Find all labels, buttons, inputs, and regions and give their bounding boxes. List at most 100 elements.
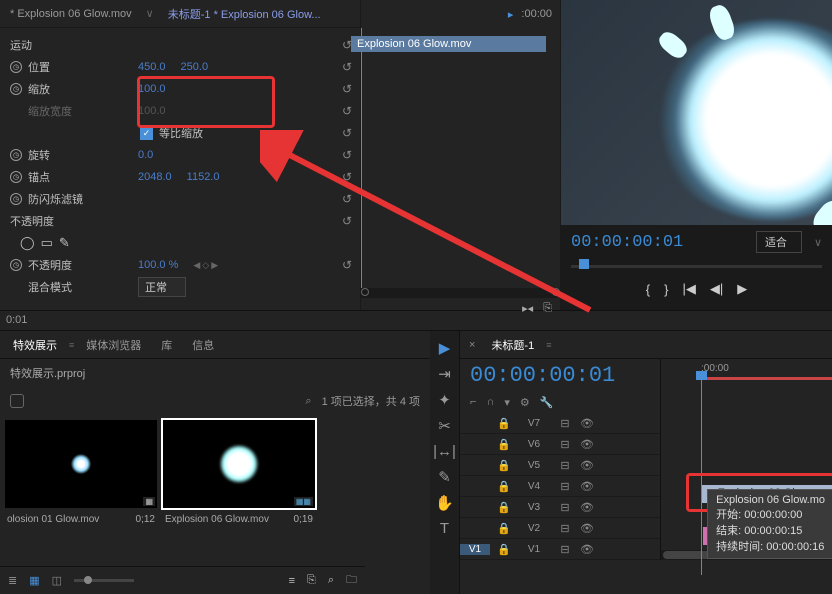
reset-icon[interactable]: ↺: [342, 126, 352, 140]
tab-project[interactable]: 特效展示: [5, 332, 65, 358]
stopwatch-icon[interactable]: ◷: [10, 61, 22, 73]
lock-icon[interactable]: 🔒: [494, 501, 514, 514]
ellipse-mask-icon[interactable]: ◯: [20, 235, 35, 251]
marker-icon[interactable]: ▾: [504, 396, 510, 409]
play-icon[interactable]: ▶: [737, 281, 747, 297]
tab-info[interactable]: 信息: [184, 332, 222, 358]
filter-bin-icon[interactable]: [10, 394, 24, 408]
lock-icon[interactable]: 🔒: [494, 438, 514, 451]
reset-icon[interactable]: ↺: [342, 148, 352, 162]
rect-mask-icon[interactable]: ▭: [41, 235, 53, 251]
reset-icon[interactable]: ↺: [342, 82, 352, 96]
opacity-value[interactable]: 100.0 %: [138, 259, 178, 271]
sync-lock-icon[interactable]: ⊟: [554, 438, 576, 451]
slip-tool-icon[interactable]: |↔|: [433, 443, 456, 460]
track-header[interactable]: 🔒V3⊟👁: [460, 497, 660, 518]
sync-lock-icon[interactable]: ⊟: [554, 501, 576, 514]
track-header[interactable]: 🔒V6⊟👁: [460, 434, 660, 455]
icon-view-icon[interactable]: ▦: [29, 574, 39, 587]
track-select-tool-icon[interactable]: ⇥: [438, 365, 451, 383]
source-patch[interactable]: V1: [460, 544, 490, 555]
track-header[interactable]: V1🔒V1⊟👁: [460, 539, 660, 560]
tab-libraries[interactable]: 库: [153, 332, 180, 358]
lock-icon[interactable]: 🔒: [494, 417, 514, 430]
reset-icon[interactable]: ↺: [342, 104, 352, 118]
track-header[interactable]: 🔒V2⊟👁: [460, 518, 660, 539]
tab-media-browser[interactable]: 媒体浏览器: [78, 332, 149, 358]
eye-icon[interactable]: 👁: [576, 438, 598, 451]
track-label[interactable]: V2: [514, 523, 554, 534]
stopwatch-icon[interactable]: ◷: [10, 193, 22, 205]
freeform-view-icon[interactable]: ◫: [52, 574, 62, 587]
ripple-tool-icon[interactable]: ✦: [438, 391, 451, 409]
reset-icon[interactable]: ↺: [342, 60, 352, 74]
find-icon[interactable]: ⌕: [328, 574, 334, 587]
lock-icon[interactable]: 🔒: [494, 543, 514, 556]
track-label[interactable]: V4: [514, 481, 554, 492]
playhead-marker-icon[interactable]: ▸: [508, 8, 514, 21]
blend-dropdown[interactable]: 正常: [138, 277, 186, 297]
project-item[interactable]: ▦▦ Explosion 06 Glow.mov 0;19: [163, 420, 315, 531]
reset-icon[interactable]: ↺: [342, 214, 352, 228]
hand-tool-icon[interactable]: ✋: [435, 494, 454, 512]
track-label[interactable]: V5: [514, 460, 554, 471]
eye-icon[interactable]: 👁: [576, 522, 598, 535]
anchor-y-value[interactable]: 1152.0: [187, 171, 220, 183]
eye-icon[interactable]: 👁: [576, 459, 598, 472]
pen-mask-icon[interactable]: ✎: [59, 235, 70, 251]
pen-tool-icon[interactable]: ✎: [438, 468, 451, 486]
anchor-x-value[interactable]: 2048.0: [138, 171, 172, 183]
track-header[interactable]: 🔒V4⊟👁: [460, 476, 660, 497]
position-x-value[interactable]: 450.0: [138, 61, 166, 73]
link-icon[interactable]: ∩: [486, 396, 494, 409]
lock-icon[interactable]: 🔒: [494, 459, 514, 472]
opacity-section[interactable]: 不透明度: [10, 213, 120, 229]
sync-lock-icon[interactable]: ⊟: [554, 480, 576, 493]
reset-icon[interactable]: ↺: [342, 192, 352, 206]
eye-icon[interactable]: 👁: [576, 417, 598, 430]
stopwatch-icon[interactable]: ◷: [10, 149, 22, 161]
reset-icon[interactable]: ↺: [342, 170, 352, 184]
sync-lock-icon[interactable]: ⊟: [554, 543, 576, 556]
mark-out-icon[interactable]: }: [664, 282, 668, 297]
fit-dropdown[interactable]: 适合: [756, 231, 802, 253]
track-label[interactable]: V6: [514, 439, 554, 450]
settings-icon[interactable]: ⚙: [520, 396, 530, 409]
eye-icon[interactable]: 👁: [576, 543, 598, 556]
sync-lock-icon[interactable]: ⊟: [554, 417, 576, 430]
sync-lock-icon[interactable]: ⊟: [554, 522, 576, 535]
wrench-icon[interactable]: 🔧: [540, 396, 554, 409]
rotation-value[interactable]: 0.0: [138, 149, 153, 161]
go-in-icon[interactable]: |◀: [682, 281, 695, 297]
reset-icon[interactable]: ↺: [342, 258, 352, 272]
sync-lock-icon[interactable]: ⊟: [554, 459, 576, 472]
lock-icon[interactable]: 🔒: [494, 480, 514, 493]
razor-tool-icon[interactable]: ✂: [438, 417, 451, 435]
stopwatch-icon[interactable]: ◷: [10, 171, 22, 183]
sort-icon[interactable]: ≡: [289, 575, 295, 587]
track-label[interactable]: V7: [514, 418, 554, 429]
snap-icon[interactable]: ⌐: [470, 396, 476, 409]
scale-value[interactable]: 100.0: [138, 83, 166, 95]
uniform-scale-checkbox[interactable]: ✓: [140, 127, 153, 140]
playonly-icon[interactable]: ▸◂: [522, 302, 533, 315]
new-bin-icon[interactable]: 🗀: [346, 571, 357, 590]
timeline-timecode[interactable]: 00:00:00:01: [470, 363, 615, 388]
step-back-icon[interactable]: ◀|: [710, 281, 723, 297]
motion-section[interactable]: 运动: [10, 37, 120, 53]
sequence-tab[interactable]: 未标题-1: [483, 332, 542, 358]
tab-source[interactable]: * Explosion 06 Glow.mov: [0, 3, 142, 25]
eye-icon[interactable]: 👁: [576, 480, 598, 493]
search-icon[interactable]: ⌕: [305, 395, 311, 408]
list-view-icon[interactable]: ≣: [8, 574, 17, 587]
preview-timecode[interactable]: 00:00:00:01: [571, 233, 683, 252]
mini-clip[interactable]: Explosion 06 Glow.mov: [351, 36, 546, 52]
track-label[interactable]: V3: [514, 502, 554, 513]
export-frame-icon[interactable]: ⎘: [543, 302, 552, 315]
eye-icon[interactable]: 👁: [576, 501, 598, 514]
auto-seq-icon[interactable]: ⎘: [307, 574, 316, 587]
lock-icon[interactable]: 🔒: [494, 522, 514, 535]
stopwatch-icon[interactable]: ◷: [10, 83, 22, 95]
stopwatch-icon[interactable]: ◷: [10, 259, 22, 271]
track-header[interactable]: 🔒V7⊟👁: [460, 413, 660, 434]
